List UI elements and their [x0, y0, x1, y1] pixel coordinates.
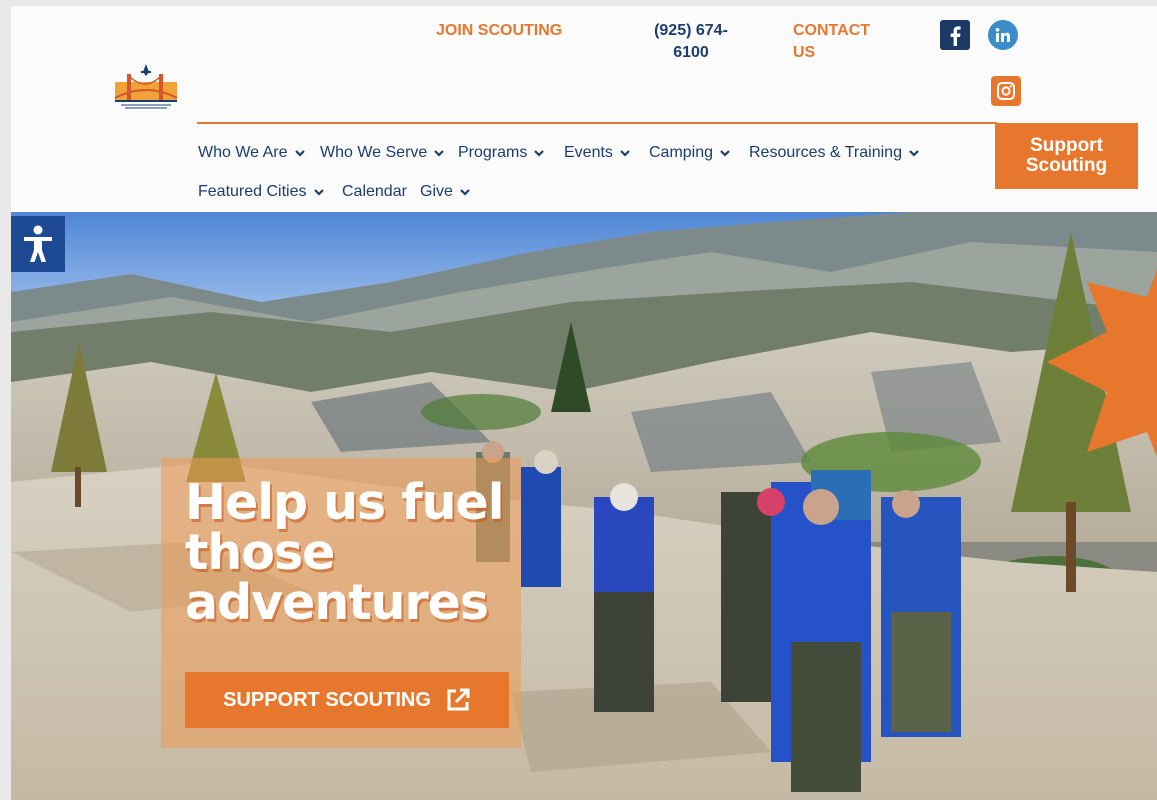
- nav-resources-training[interactable]: Resources & Training: [749, 144, 920, 162]
- page: JOIN SCOUTING (925) 674- 6100 CONTACT US…: [11, 6, 1157, 800]
- chevron-down-icon: [534, 150, 545, 157]
- nav-camping[interactable]: Camping: [649, 144, 731, 162]
- site-header: JOIN SCOUTING (925) 674- 6100 CONTACT US…: [11, 6, 1157, 212]
- nav-label: Who We Serve: [320, 144, 428, 161]
- chevron-down-icon: [720, 150, 730, 157]
- council-logo[interactable]: [115, 62, 177, 110]
- nav-label: Camping: [649, 144, 714, 161]
- nav-calendar[interactable]: Calendar: [342, 183, 407, 201]
- support-scouting-cta[interactable]: SUPPORT SCOUTING: [185, 672, 509, 728]
- nav-programs[interactable]: Programs: [458, 144, 545, 162]
- linkedin-icon[interactable]: [988, 20, 1018, 50]
- cta-label: SUPPORT SCOUTING: [223, 688, 431, 711]
- chevron-down-icon: [313, 189, 324, 196]
- instagram-icon[interactable]: [991, 76, 1021, 106]
- nav-events[interactable]: Events: [564, 144, 631, 162]
- support-scouting-button[interactable]: Support Scouting: [995, 123, 1138, 189]
- accessibility-icon: [24, 225, 52, 262]
- header-divider: [197, 122, 997, 124]
- hero-section: Help us fuel those adventures SUPPORT SC…: [11, 212, 1157, 800]
- chevron-down-icon: [294, 150, 305, 157]
- nav-give[interactable]: Give: [420, 183, 471, 201]
- external-link-icon: [447, 688, 470, 711]
- accessibility-button[interactable]: [11, 216, 65, 272]
- nav-who-we-serve[interactable]: Who We Serve: [320, 144, 445, 162]
- hero-headline-panel: Help us fuel those adventures SUPPORT SC…: [161, 458, 521, 748]
- chevron-down-icon: [434, 150, 445, 157]
- phone-link[interactable]: (925) 674- 6100: [641, 20, 741, 64]
- nav-label: Resources & Training: [749, 144, 902, 161]
- nav-label: Calendar: [342, 183, 407, 200]
- hero-headline: Help us fuel those adventures: [185, 474, 505, 631]
- chevron-down-icon: [460, 189, 470, 196]
- nav-label: Give: [420, 183, 453, 200]
- contact-us-link[interactable]: CONTACT US: [793, 20, 903, 64]
- nav-who-we-are[interactable]: Who We Are: [198, 144, 306, 162]
- nav-label: Featured Cities: [198, 183, 307, 200]
- nav-label: Who We Are: [198, 144, 288, 161]
- chevron-down-icon: [620, 150, 630, 157]
- decorative-starburst: [1047, 269, 1157, 457]
- nav-featured-cities[interactable]: Featured Cities: [198, 183, 325, 201]
- chevron-down-icon: [909, 150, 919, 157]
- facebook-icon[interactable]: [940, 20, 970, 50]
- join-scouting-link[interactable]: JOIN SCOUTING: [436, 20, 562, 42]
- nav-label: Events: [564, 144, 613, 161]
- nav-label: Programs: [458, 144, 528, 161]
